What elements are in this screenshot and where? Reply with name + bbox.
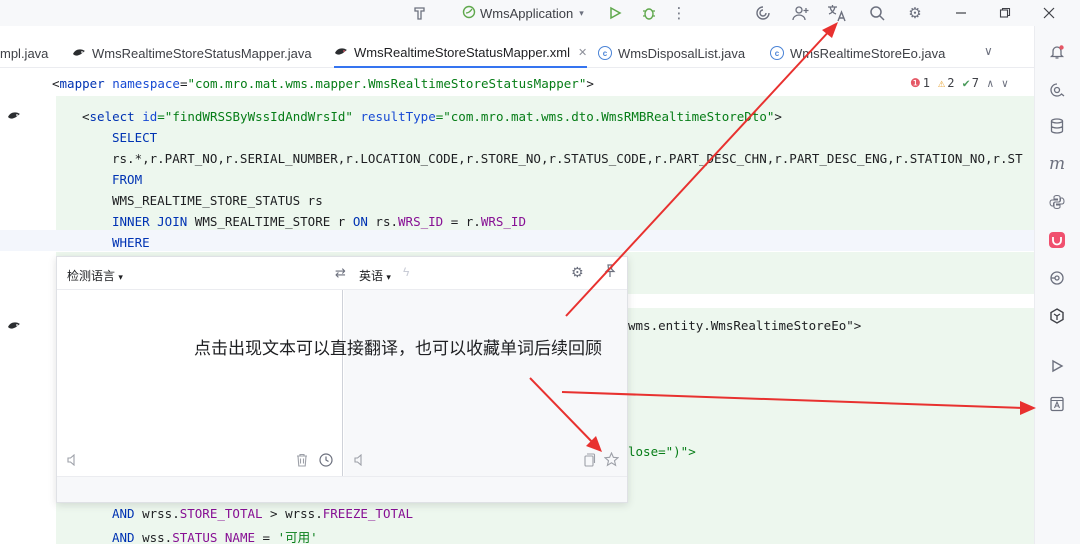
tab-realtime-store-eo[interactable]: c WmsRealtimeStoreEo.java — [770, 38, 945, 68]
annotation-text: 点击出现文本可以直接翻译，也可以收藏单词后续回顾 — [194, 339, 602, 359]
code-line-select-keyword[interactable]: SELECT — [112, 130, 157, 151]
copy-icon[interactable] — [582, 453, 596, 470]
more-vertical-icon[interactable]: ⋮ — [668, 2, 690, 24]
mapper-namespace-line: <mapper namespace="com.mro.mat.wms.mappe… — [0, 72, 1034, 96]
speaker-icon[interactable] — [67, 453, 79, 469]
close-icon[interactable] — [1038, 2, 1060, 24]
code-line-where[interactable]: WHERE — [112, 235, 150, 256]
caret-row-highlight — [0, 230, 1034, 251]
spring-icon — [462, 5, 476, 22]
chevron-down-icon[interactable]: ∨ — [984, 44, 993, 58]
code-line-columns[interactable]: rs.*,r.PART_NO,r.SERIAL_NUMBER,r.LOCATIO… — [112, 151, 1023, 172]
inspection-widget[interactable]: ❶1 ⚠ 2 ✔ 7 ∧ ∨ — [910, 76, 1008, 90]
ok-count: 7 — [971, 76, 979, 90]
tab-disposal-list[interactable]: c WmsDisposalList.java — [598, 38, 745, 68]
error-count: 1 — [922, 76, 930, 90]
class-icon: c — [598, 46, 612, 60]
run-tool-icon[interactable] — [1045, 354, 1069, 378]
mybatis-icon — [334, 45, 348, 59]
class-icon: c — [770, 46, 784, 60]
namespace-code[interactable]: <mapper namespace="com.mro.mat.wms.mappe… — [52, 76, 594, 91]
mybatis-gutter-icon[interactable] — [6, 110, 22, 122]
title-bar: WmsApplication ▾ ⋮ ⚙ — [0, 0, 1080, 26]
hammer-icon[interactable] — [410, 2, 432, 24]
mybatis-gutter-icon[interactable] — [6, 320, 22, 332]
code-line-table[interactable]: WMS_REALTIME_STORE_STATUS rs — [112, 193, 323, 214]
code-line-and-status-name[interactable]: AND wss.STATUS_NAME = '可用' — [112, 527, 318, 544]
code-line-and-store-total[interactable]: AND wrss.STORE_TOTAL > wrss.FREEZE_TOTAL — [112, 506, 413, 527]
tab-label: mpl.java — [0, 45, 49, 61]
target-language-select[interactable]: 英语 ▾ — [359, 267, 391, 284]
run-icon[interactable] — [604, 2, 626, 24]
settings-gear-icon[interactable]: ⚙ — [904, 2, 926, 24]
source-language-select[interactable]: 检测语言 ▾ — [67, 267, 123, 284]
run-config-label: WmsApplication — [480, 5, 574, 21]
swap-languages-icon[interactable]: ⇄ — [335, 265, 346, 281]
gradle-icon[interactable] — [1045, 304, 1069, 328]
source-text-area[interactable] — [57, 290, 343, 476]
translate-icon[interactable] — [826, 2, 848, 24]
chevron-up-icon[interactable]: ∧ — [987, 77, 994, 90]
warning-icon: ⚠ — [938, 76, 946, 90]
ai-assistant-icon[interactable] — [752, 2, 774, 24]
tab-label: WmsDisposalList.java — [618, 45, 746, 61]
mybatis-icon — [72, 46, 86, 60]
add-user-icon[interactable] — [790, 2, 812, 24]
tab-label: WmsRealtimeStoreEo.java — [790, 45, 946, 61]
warning-count: 2 — [947, 76, 955, 90]
trash-icon[interactable] — [295, 453, 309, 470]
history-clock-icon[interactable] — [319, 453, 333, 470]
tab-mapper-xml[interactable]: WmsRealtimeStoreStatusMapper.xml ✕ — [334, 38, 588, 68]
code-line-foreach-tail[interactable]: lose=")"> — [628, 444, 696, 465]
debug-icon[interactable] — [638, 2, 660, 24]
tab-label: WmsRealtimeStoreStatusMapper.xml — [354, 44, 571, 60]
translated-text-area[interactable] — [344, 290, 627, 476]
search-icon[interactable] — [866, 2, 888, 24]
services-icon[interactable] — [1045, 266, 1069, 290]
plugin-badge-icon[interactable] — [1045, 228, 1069, 252]
chevron-down-icon[interactable]: ∨ — [1002, 77, 1009, 90]
caret-down-icon: ▾ — [386, 272, 391, 282]
python-icon[interactable] — [1045, 190, 1069, 214]
restore-icon[interactable] — [994, 2, 1016, 24]
lightning-icon[interactable]: ϟ — [403, 265, 409, 279]
notifications-bell-icon[interactable] — [1045, 40, 1069, 64]
tab-mapper-java[interactable]: WmsRealtimeStoreStatusMapper.java — [72, 38, 312, 68]
code-line-result-map-tail[interactable]: wms.entity.WmsRealtimeStoreEo"> — [628, 318, 861, 339]
error-icon: ❶ — [910, 76, 921, 90]
tab-impl-java[interactable]: mpl.java — [0, 38, 48, 68]
chevron-down-icon: ▾ — [579, 7, 584, 18]
translation-wordbook-icon[interactable] — [1045, 392, 1069, 416]
run-config-selector[interactable]: WmsApplication ▾ — [462, 4, 584, 22]
editor-tab-bar: mpl.java WmsRealtimeStoreStatusMapper.ja… — [0, 38, 1034, 68]
code-line-from[interactable]: FROM — [112, 172, 142, 193]
weak-warning-icon: ✔ — [962, 76, 970, 90]
maven-icon[interactable]: m — [1045, 152, 1069, 176]
pin-icon[interactable] — [603, 264, 617, 281]
star-favorite-icon[interactable] — [603, 451, 620, 470]
translate-popup-footer — [57, 476, 627, 502]
code-line-select[interactable]: <select id="findWRSSByWssIdAndWrsId" res… — [82, 109, 782, 130]
database-icon[interactable] — [1045, 114, 1069, 138]
ai-chat-icon[interactable] — [1045, 78, 1069, 102]
tab-label: WmsRealtimeStoreStatusMapper.java — [92, 45, 312, 61]
caret-down-icon: ▾ — [118, 272, 123, 282]
tab-close-icon[interactable]: ✕ — [578, 46, 587, 59]
translate-popup: 检测语言 ▾ ⇄ 英语 ▾ ϟ ⚙ — [56, 256, 628, 503]
minimize-icon[interactable] — [950, 2, 972, 24]
right-tool-strip: m — [1034, 26, 1080, 544]
speaker-icon[interactable] — [354, 453, 366, 469]
settings-gear-icon[interactable]: ⚙ — [571, 264, 584, 281]
translate-popup-header: 检测语言 ▾ ⇄ 英语 ▾ ϟ ⚙ — [57, 257, 627, 290]
